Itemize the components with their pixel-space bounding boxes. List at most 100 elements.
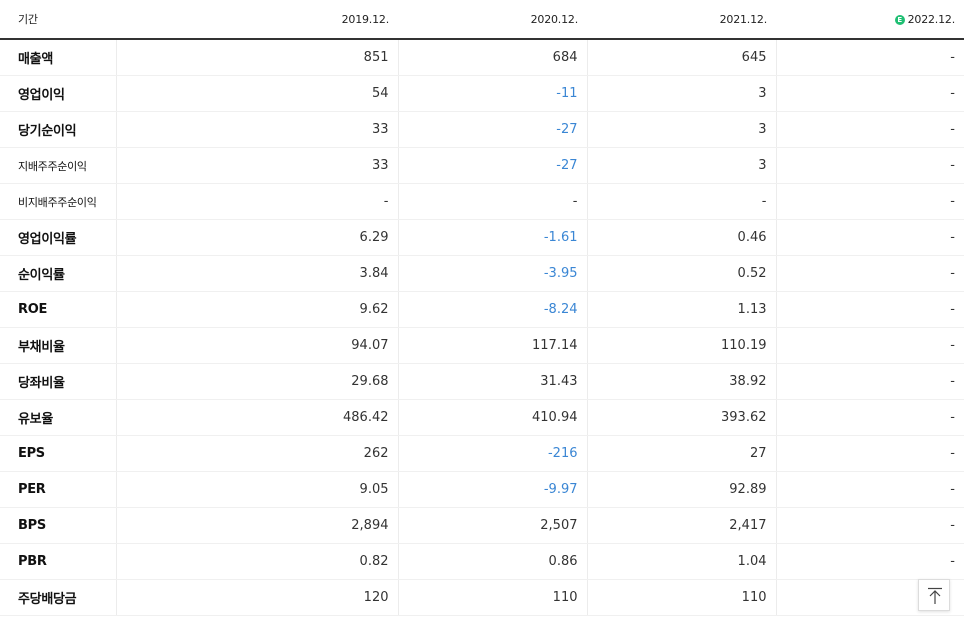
cell-value: 31.43 <box>397 363 587 400</box>
cell-value: - <box>775 363 964 400</box>
cell-value: -216 <box>397 435 587 472</box>
cell-value: 33 <box>115 147 398 184</box>
year-header-label: 2022.12. <box>907 12 956 26</box>
row-label: 부채비율 <box>0 327 116 364</box>
cell-value: -27 <box>397 111 587 148</box>
cell-value: - <box>775 39 964 76</box>
cell-value: 393.62 <box>586 399 776 436</box>
row-label: 비지배주주순이익 <box>0 183 116 220</box>
cell-value: 120 <box>115 579 398 616</box>
table-row: PBR 0.82 0.86 1.04 - <box>0 543 964 580</box>
scroll-to-top-button[interactable] <box>918 579 950 611</box>
table-row: 당좌비율 29.68 31.43 38.92 - <box>0 363 964 400</box>
table-row: 지배주주순이익 33 -27 3 - <box>0 147 964 184</box>
cell-value: - <box>775 543 964 580</box>
cell-value: 262 <box>115 435 398 472</box>
cell-value: 486.42 <box>115 399 398 436</box>
year-header: 2021.12. <box>587 0 776 40</box>
row-label: 주당배당금 <box>0 579 116 616</box>
cell-value: 110 <box>586 579 776 616</box>
row-label: 당좌비율 <box>0 363 116 400</box>
table-row: 당기순이익 33 -27 3 - <box>0 111 964 148</box>
cell-value: 0.82 <box>115 543 398 580</box>
row-label: 매출액 <box>0 39 116 76</box>
cell-value: - <box>775 255 964 292</box>
cell-value: 1.13 <box>586 291 776 328</box>
cell-value: 2,417 <box>586 507 776 544</box>
cell-value: 33 <box>115 111 398 148</box>
cell-value: - <box>775 327 964 364</box>
cell-value: -3.95 <box>397 255 587 292</box>
table-row: 순이익률 3.84 -3.95 0.52 - <box>0 255 964 292</box>
cell-value: 0.46 <box>586 219 776 256</box>
row-label: PER <box>0 471 116 508</box>
cell-value: - <box>775 75 964 112</box>
cell-value: - <box>775 435 964 472</box>
cell-value: 851 <box>115 39 398 76</box>
cell-value: 684 <box>397 39 587 76</box>
cell-value: -27 <box>397 147 587 184</box>
cell-value: 6.29 <box>115 219 398 256</box>
row-label: 영업이익률 <box>0 219 116 256</box>
cell-value: 38.92 <box>586 363 776 400</box>
financial-summary-table: 기간 2019.12. 2020.12. 2021.12. E 2022.12. … <box>0 0 964 616</box>
cell-value: 0.86 <box>397 543 587 580</box>
cell-value: -9.97 <box>397 471 587 508</box>
cell-value: 3 <box>586 147 776 184</box>
cell-value: -8.24 <box>397 291 587 328</box>
row-label: BPS <box>0 507 116 544</box>
table-row: 영업이익률 6.29 -1.61 0.46 - <box>0 219 964 256</box>
year-header: 2020.12. <box>398 0 587 40</box>
table-row: 영업이익 54 -11 3 - <box>0 75 964 112</box>
cell-value: - <box>397 183 587 220</box>
table-row: 매출액 851 684 645 - <box>0 39 964 76</box>
cell-value: 110.19 <box>586 327 776 364</box>
cell-value: - <box>586 183 776 220</box>
cell-value: 0.52 <box>586 255 776 292</box>
row-label: 영업이익 <box>0 75 116 112</box>
arrow-up-to-top-icon <box>928 587 942 604</box>
cell-value: - <box>775 471 964 508</box>
cell-value: 3 <box>586 111 776 148</box>
cell-value: 29.68 <box>115 363 398 400</box>
table-row: ROE 9.62 -8.24 1.13 - <box>0 291 964 328</box>
cell-value: -11 <box>397 75 587 112</box>
row-label: 지배주주순이익 <box>0 147 116 184</box>
table-row: 부채비율 94.07 117.14 110.19 - <box>0 327 964 364</box>
cell-value: - <box>775 219 964 256</box>
estimate-icon: E <box>894 14 905 25</box>
cell-value: 9.05 <box>115 471 398 508</box>
row-label: 순이익률 <box>0 255 116 292</box>
row-label: PBR <box>0 543 116 580</box>
table-row: BPS 2,894 2,507 2,417 - <box>0 507 964 544</box>
row-label: 유보율 <box>0 399 116 436</box>
cell-value: - <box>775 111 964 148</box>
cell-value: 94.07 <box>115 327 398 364</box>
cell-value: 2,894 <box>115 507 398 544</box>
cell-value: 3.84 <box>115 255 398 292</box>
cell-value: 92.89 <box>586 471 776 508</box>
cell-value: 645 <box>586 39 776 76</box>
header-row: 기간 2019.12. 2020.12. 2021.12. E 2022.12. <box>0 0 964 40</box>
table-row: 주당배당금 120 110 110 <box>0 579 964 616</box>
cell-value: 1.04 <box>586 543 776 580</box>
cell-value: 2,507 <box>397 507 587 544</box>
cell-value: - <box>775 291 964 328</box>
cell-value: 110 <box>397 579 587 616</box>
cell-value: 27 <box>586 435 776 472</box>
table-row: 비지배주주순이익 - - - - <box>0 183 964 220</box>
row-label: EPS <box>0 435 116 472</box>
cell-value: -1.61 <box>397 219 587 256</box>
cell-value: 410.94 <box>397 399 587 436</box>
cell-value: - <box>115 183 398 220</box>
table-row: EPS 262 -216 27 - <box>0 435 964 472</box>
cell-value: - <box>775 147 964 184</box>
cell-value: 9.62 <box>115 291 398 328</box>
row-label: ROE <box>0 291 116 328</box>
cell-value: - <box>775 399 964 436</box>
year-header-estimate: E 2022.12. <box>776 0 964 40</box>
cell-value: 3 <box>586 75 776 112</box>
table-row: PER 9.05 -9.97 92.89 - <box>0 471 964 508</box>
period-header: 기간 <box>0 0 116 40</box>
table-row: 유보율 486.42 410.94 393.62 - <box>0 399 964 436</box>
